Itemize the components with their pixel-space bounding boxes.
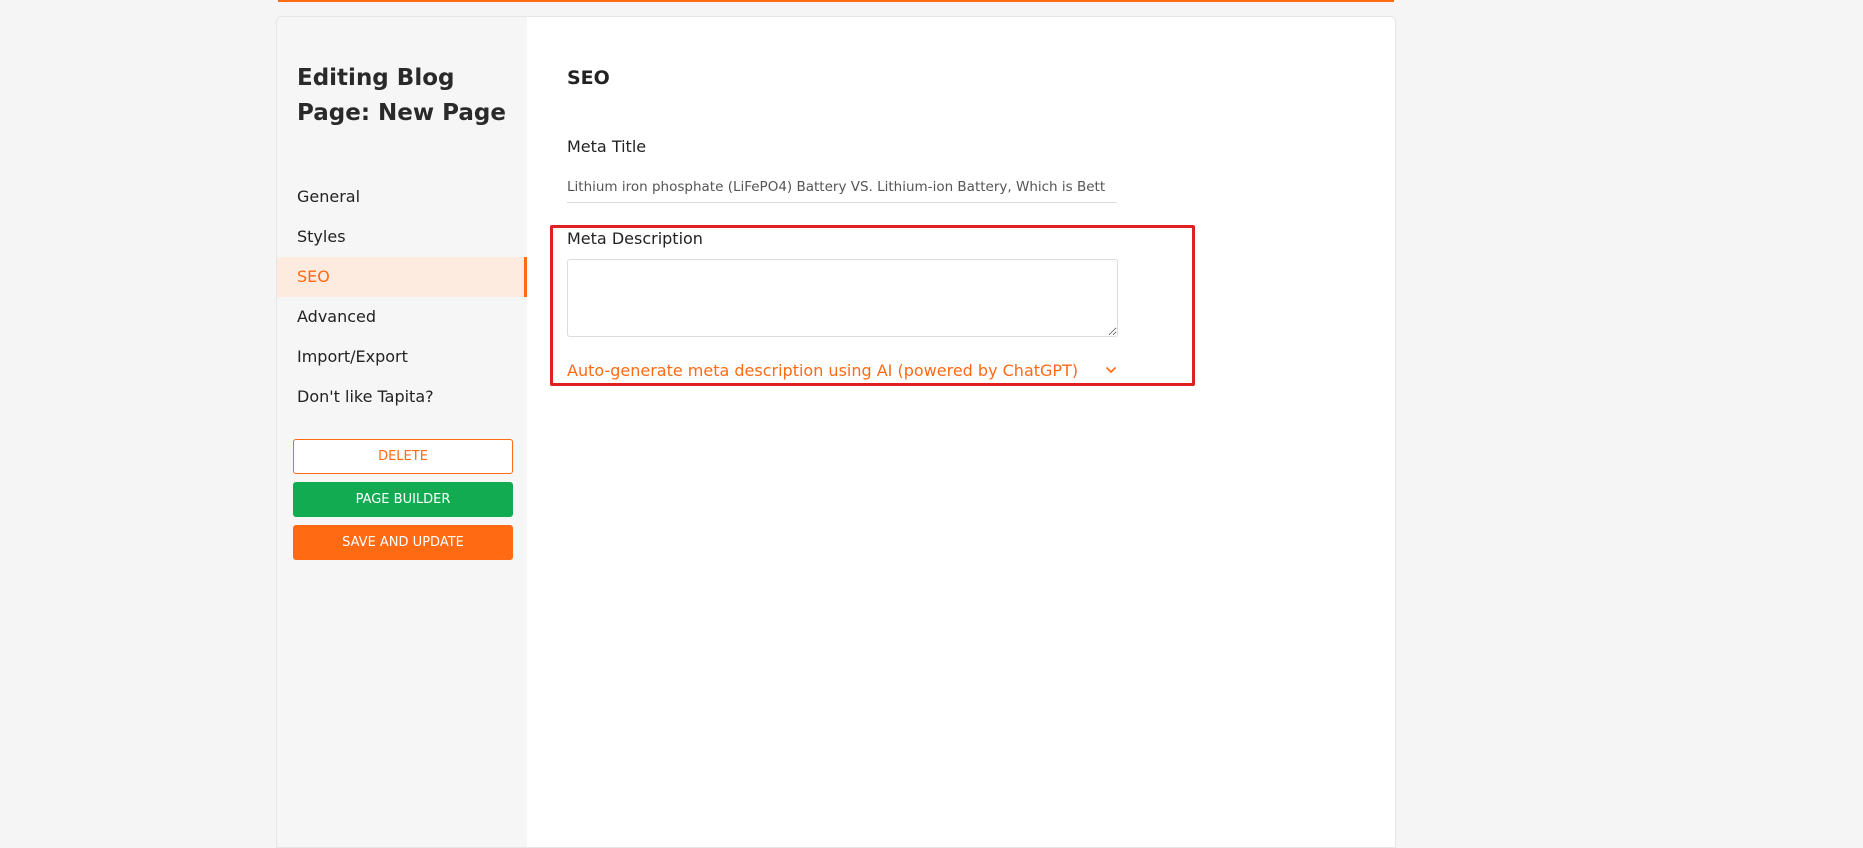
chevron-down-icon	[1106, 367, 1116, 373]
page-heading: Editing Blog Page: New Page	[297, 65, 506, 126]
delete-button[interactable]: DELETE	[293, 439, 513, 474]
sidebar-item-styles[interactable]: Styles	[277, 217, 527, 257]
save-and-update-button[interactable]: SAVE AND UPDATE	[293, 525, 513, 560]
sidebar-item-dont-like-tapita[interactable]: Don't like Tapita?	[277, 377, 527, 417]
top-accent-line	[278, 0, 1394, 2]
seo-panel: SEO Meta Title Meta Description Auto-gen…	[527, 17, 1395, 847]
sidebar: Editing Blog Page: New Page General Styl…	[277, 17, 527, 847]
page-builder-button[interactable]: PAGE BUILDER	[293, 482, 513, 517]
ai-generate-toggle[interactable]: Auto-generate meta description using AI …	[567, 361, 1118, 385]
section-title: SEO	[567, 67, 610, 89]
sidebar-item-import-export[interactable]: Import/Export	[277, 337, 527, 377]
meta-description-textarea[interactable]	[567, 259, 1118, 337]
sidebar-item-general[interactable]: General	[277, 177, 527, 217]
meta-title-label: Meta Title	[567, 137, 647, 156]
sidebar-nav: General Styles SEO Advanced Import/Expor…	[277, 177, 527, 417]
sidebar-item-seo[interactable]: SEO	[277, 257, 527, 297]
sidebar-item-advanced[interactable]: Advanced	[277, 297, 527, 337]
ai-generate-label: Auto-generate meta description using AI …	[567, 361, 1079, 380]
editor-card: Editing Blog Page: New Page General Styl…	[276, 16, 1396, 848]
meta-title-input[interactable]	[567, 172, 1117, 203]
meta-description-label: Meta Description	[567, 229, 703, 248]
